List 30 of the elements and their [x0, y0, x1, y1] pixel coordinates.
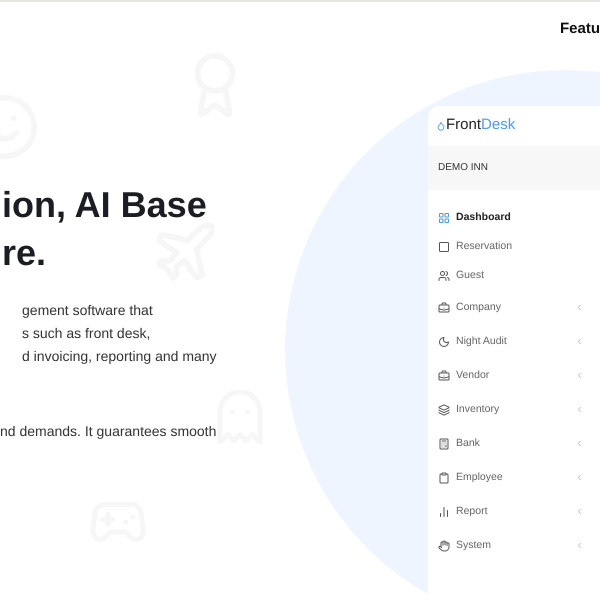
hand-icon: [438, 540, 450, 552]
layers-icon: [438, 404, 450, 416]
menu-item[interactable]: Inventory: [428, 392, 600, 426]
moon-icon: [438, 336, 450, 348]
grid-icon: [438, 212, 450, 224]
hero-text: nd demands. It guarantees smooth: [0, 422, 218, 441]
hero-text: gement software that: [22, 300, 154, 320]
property-name: DEMO INN: [438, 161, 488, 175]
briefcase-icon: [438, 302, 450, 314]
menu-item[interactable]: Company: [428, 290, 600, 324]
bar-chart-icon: [438, 506, 450, 518]
nav-link[interactable]: Featu: [560, 18, 600, 40]
briefcase-icon: [438, 370, 450, 382]
hero-text: s such as front desk,: [22, 324, 152, 342]
menu-item[interactable]: Reservation: [428, 232, 600, 262]
menu-item[interactable]: Bank: [428, 426, 600, 460]
hero-text: d invoicing, reporting and many: [22, 346, 218, 366]
menu-item[interactable]: Dashboard: [428, 204, 600, 232]
hero-heading: ion, AI Base: [1, 182, 207, 226]
menu-item[interactable]: Night Audit: [428, 324, 600, 358]
menu-item[interactable]: Guest: [428, 262, 600, 290]
menu-item[interactable]: Employee: [428, 460, 600, 494]
menu-item[interactable]: System: [428, 528, 600, 562]
clipboard-icon: [438, 472, 450, 484]
app-logo: FrontDesk: [446, 115, 516, 136]
menu-item[interactable]: Vendor: [428, 358, 600, 392]
calculator-icon: [438, 438, 450, 450]
hero-heading: re.: [1, 230, 46, 274]
people-icon: [438, 270, 450, 282]
menu-item[interactable]: Report: [428, 494, 600, 528]
